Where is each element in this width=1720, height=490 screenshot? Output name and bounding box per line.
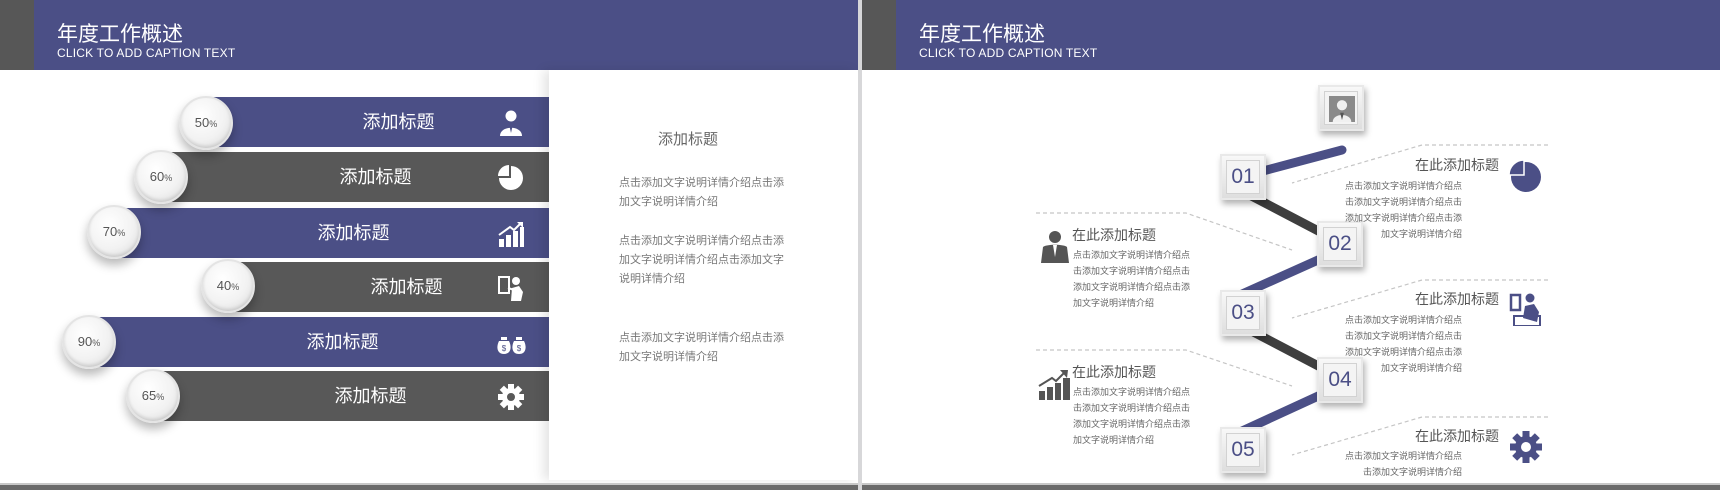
connector-line [1235, 387, 1332, 437]
item-title: 在此添加标题 [1072, 364, 1156, 380]
percent-circle-3: 70% [87, 205, 141, 259]
avatar-box [1318, 85, 1364, 131]
bar-item-2: 添加标题 [160, 152, 551, 202]
svg-text:$: $ [502, 344, 507, 353]
slide-left[interactable]: 年度工作概述 CLICK TO ADD CAPTION TEXT 添加标题 添加… [0, 0, 858, 490]
gear-icon [498, 384, 524, 410]
bottom-strip [862, 483, 1720, 490]
step-box-3: 03 [1220, 290, 1266, 336]
presenter-icon [1509, 293, 1541, 326]
slide-header: 年度工作概述 CLICK TO ADD CAPTION TEXT [0, 0, 858, 70]
bar-item-3: 添加标题 [116, 208, 551, 258]
bar-item-4: 添加标题 [222, 262, 551, 312]
side-paragraph-2: 点击添加文字说明详情介绍点击添加文字说明详情介绍点击添加文字说明详情介绍 [619, 235, 784, 285]
money-bags-icon: $ $ [497, 337, 526, 354]
bar-item-5: 添加标题 $ $ [94, 317, 551, 367]
bar-label: 添加标题 [334, 386, 407, 406]
growth-chart-icon [498, 222, 524, 247]
slide-right[interactable]: 年度工作概述 CLICK TO ADD CAPTION TEXT 01 02 0… [862, 0, 1720, 490]
item-title: 在此添加标题 [1415, 291, 1499, 307]
bar-label: 添加标题 [339, 167, 412, 187]
side-paragraph-1: 点击添加文字说明详情介绍点击添加文字说明详情介绍 [619, 177, 784, 208]
person-icon [500, 110, 522, 136]
step-box-5: 05 [1220, 427, 1266, 473]
slide-caption: CLICK TO ADD CAPTION TEXT [57, 46, 236, 60]
step-box-1: 01 [1220, 154, 1266, 200]
item-title: 在此添加标题 [1072, 227, 1156, 243]
side-text-panel: 添加标题 点击添加文字说明详情介绍点击添加文字说明详情介绍 点击添加文字说明详情… [549, 70, 858, 480]
item-text: 点击添加文字说明详情介绍点击添加文字说明详情介绍点击添加文字说明详情介绍点击添加… [1344, 315, 1462, 373]
pie-chart-icon [1508, 159, 1541, 192]
percent-circle-1: 50% [179, 96, 233, 150]
item-text: 点击添加文字说明详情介绍点击添加文字说明详情介绍点击添加文字说明详情介绍点击添加… [1073, 250, 1191, 308]
businessman-icon [1041, 231, 1069, 263]
item-text: 点击添加文字说明详情介绍点击添加文字说明详情介绍 [1344, 451, 1462, 477]
timeline-connectors [1036, 144, 1548, 456]
bar-label: 添加标题 [306, 332, 379, 352]
side-paragraph-3: 点击添加文字说明详情介绍点击添加文字说明详情介绍 [619, 332, 784, 363]
pie-chart-icon [498, 165, 523, 190]
presenter-icon [498, 276, 523, 301]
gear-icon [1510, 431, 1542, 463]
growth-chart-icon [1038, 370, 1070, 400]
item-title: 在此添加标题 [1415, 157, 1499, 173]
percent-circle-6: 65% [126, 369, 180, 423]
bottom-strip [0, 483, 858, 490]
stage: 年度工作概述 CLICK TO ADD CAPTION TEXT 添加标题 添加… [0, 0, 1720, 490]
bar-item-1: 添加标题 [206, 97, 551, 147]
user-avatar-icon [1329, 96, 1355, 122]
item-title: 在此添加标题 [1415, 428, 1499, 444]
svg-text:$: $ [517, 344, 522, 353]
slide-title: 年度工作概述 [57, 23, 183, 46]
percent-circle-2: 60% [134, 150, 188, 204]
side-title: 添加标题 [658, 131, 719, 148]
header-tab [0, 0, 34, 70]
item-text: 点击添加文字说明详情介绍点击添加文字说明详情介绍点击添加文字说明详情介绍点击添加… [1073, 387, 1191, 445]
item-text: 点击添加文字说明详情介绍点击添加文字说明详情介绍点击添加文字说明详情介绍点击添加… [1344, 181, 1462, 239]
percent-circle-5: 90% [62, 315, 116, 369]
percent-circle-4: 40% [201, 259, 255, 313]
bar-item-6: 添加标题 [150, 371, 551, 421]
bar-label: 添加标题 [317, 223, 390, 243]
